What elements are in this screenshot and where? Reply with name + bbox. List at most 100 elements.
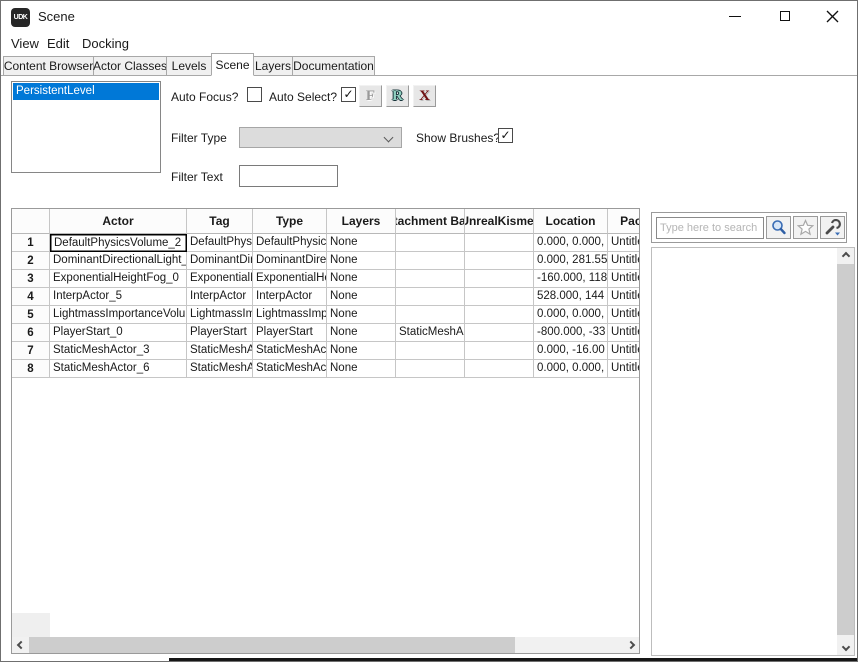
cell-location[interactable]: 0.000, 0.000, <box>534 306 608 324</box>
minimize-button[interactable] <box>716 3 754 29</box>
row-index-header[interactable] <box>12 209 50 234</box>
cell-layers[interactable]: None <box>327 270 396 288</box>
row-number[interactable]: 8 <box>12 360 50 378</box>
cell-kismet[interactable] <box>465 234 534 252</box>
auto-select-checkbox[interactable]: ✓ <box>341 87 356 102</box>
cell-attachment[interactable] <box>396 306 465 324</box>
tab-levels[interactable]: Levels <box>166 56 212 75</box>
cell-package[interactable]: Untitled <box>608 324 639 342</box>
cell-package[interactable]: Untitled <box>608 270 639 288</box>
cell-tag[interactable]: PlayerStart <box>187 324 253 342</box>
cell-actor[interactable]: PlayerStart_0 <box>50 324 187 342</box>
menu-view[interactable]: View <box>11 36 39 51</box>
cell-attachment[interactable] <box>396 252 465 270</box>
cell-tag[interactable]: DominantDirectionalLight <box>187 252 253 270</box>
focus-button[interactable]: F <box>359 85 382 107</box>
column-header-type[interactable]: Type <box>253 209 327 234</box>
row-number[interactable]: 7 <box>12 342 50 360</box>
cell-layers[interactable]: None <box>327 252 396 270</box>
filter-type-dropdown[interactable] <box>239 127 402 148</box>
scroll-down-button[interactable] <box>837 639 854 655</box>
scroll-left-button[interactable] <box>12 637 29 653</box>
column-header-tag[interactable]: Tag <box>187 209 253 234</box>
cell-package[interactable]: Untitled <box>608 342 639 360</box>
cell-location[interactable]: 528.000, 144 <box>534 288 608 306</box>
cell-actor[interactable]: StaticMeshActor_6 <box>50 360 187 378</box>
cell-location[interactable]: 0.000, 0.000, <box>534 234 608 252</box>
cell-type[interactable]: StaticMeshActor <box>253 360 327 378</box>
tab-scene[interactable]: Scene <box>211 53 254 76</box>
levels-listbox[interactable]: PersistentLevel <box>11 81 161 173</box>
horizontal-scrollbar-thumb[interactable] <box>29 637 515 653</box>
favorites-button[interactable] <box>793 216 818 239</box>
cell-attachment[interactable] <box>396 234 465 252</box>
column-header-attachment[interactable]: Attachment Base <box>396 209 465 234</box>
column-header-package[interactable]: Package <box>608 209 639 234</box>
cell-kismet[interactable] <box>465 252 534 270</box>
cell-location[interactable]: 0.000, 0.000, <box>534 360 608 378</box>
filter-text-input[interactable] <box>239 165 338 187</box>
menu-edit[interactable]: Edit <box>47 36 69 51</box>
cell-package[interactable]: Untitled <box>608 306 639 324</box>
cell-location[interactable]: -160.000, 118 <box>534 270 608 288</box>
cell-layers[interactable]: None <box>327 234 396 252</box>
row-number[interactable]: 5 <box>12 306 50 324</box>
cell-kismet[interactable] <box>465 360 534 378</box>
cell-layers[interactable]: None <box>327 360 396 378</box>
refresh-button[interactable]: R <box>386 85 409 107</box>
cell-package[interactable]: Untitled <box>608 252 639 270</box>
cell-tag[interactable]: StaticMeshActor <box>187 342 253 360</box>
cell-attachment[interactable] <box>396 360 465 378</box>
show-brushes-checkbox[interactable]: ✓ <box>498 128 513 143</box>
vertical-scrollbar[interactable] <box>837 248 854 655</box>
cell-actor[interactable]: DominantDirectionalLight_0 <box>50 252 187 270</box>
row-number[interactable]: 1 <box>12 234 50 252</box>
cell-kismet[interactable] <box>465 342 534 360</box>
cell-actor[interactable]: DefaultPhysicsVolume_2 <box>50 234 187 252</box>
close-button[interactable] <box>813 3 851 29</box>
cell-layers[interactable]: None <box>327 342 396 360</box>
row-number[interactable]: 6 <box>12 324 50 342</box>
tab-layers[interactable]: Layers <box>253 56 293 75</box>
cell-kismet[interactable] <box>465 306 534 324</box>
search-button[interactable] <box>766 216 791 239</box>
cell-tag[interactable]: LightmassImportanceVolume <box>187 306 253 324</box>
menu-docking[interactable]: Docking <box>82 36 129 51</box>
tab-actor-classes[interactable]: Actor Classes <box>93 56 167 75</box>
column-header-kismet[interactable]: UnrealKismet <box>465 209 534 234</box>
column-header-layers[interactable]: Layers <box>327 209 396 234</box>
cell-tag[interactable]: InterpActor <box>187 288 253 306</box>
cell-type[interactable]: PlayerStart <box>253 324 327 342</box>
cell-type[interactable]: LightmassImportanceVolume <box>253 306 327 324</box>
cell-layers[interactable]: None <box>327 288 396 306</box>
cell-kismet[interactable] <box>465 270 534 288</box>
column-header-location[interactable]: Location <box>534 209 608 234</box>
cell-actor[interactable]: LightmassImportanceVolume <box>50 306 187 324</box>
cell-tag[interactable]: ExponentialHeightFog <box>187 270 253 288</box>
scroll-up-button[interactable] <box>837 248 854 264</box>
cell-type[interactable]: DefaultPhysicsVolume <box>253 234 327 252</box>
cell-type[interactable]: DominantDirectionalLight <box>253 252 327 270</box>
cell-layers[interactable]: None <box>327 324 396 342</box>
scroll-right-button[interactable] <box>622 637 639 653</box>
cell-actor[interactable]: StaticMeshActor_3 <box>50 342 187 360</box>
titlebar[interactable]: UDK Scene <box>1 1 857 33</box>
search-options-button[interactable] <box>820 216 845 239</box>
cell-actor[interactable]: InterpActor_5 <box>50 288 187 306</box>
column-header-actor[interactable]: Actor <box>50 209 187 234</box>
cell-tag[interactable]: DefaultPhysicsVolume <box>187 234 253 252</box>
cell-location[interactable]: 0.000, -16.00 <box>534 342 608 360</box>
cell-actor[interactable]: ExponentialHeightFog_0 <box>50 270 187 288</box>
row-number[interactable]: 2 <box>12 252 50 270</box>
horizontal-scrollbar[interactable] <box>12 637 639 653</box>
cell-kismet[interactable] <box>465 324 534 342</box>
delete-button[interactable]: X <box>413 85 436 107</box>
cell-location[interactable]: -800.000, -33 <box>534 324 608 342</box>
vertical-scrollbar-thumb[interactable] <box>837 264 854 635</box>
list-item-persistent-level[interactable]: PersistentLevel <box>13 83 159 100</box>
cell-attachment[interactable] <box>396 288 465 306</box>
cell-package[interactable]: Untitled <box>608 234 639 252</box>
auto-focus-checkbox[interactable] <box>247 87 262 102</box>
tab-documentation[interactable]: Documentation <box>292 56 375 75</box>
cell-tag[interactable]: StaticMeshActor <box>187 360 253 378</box>
